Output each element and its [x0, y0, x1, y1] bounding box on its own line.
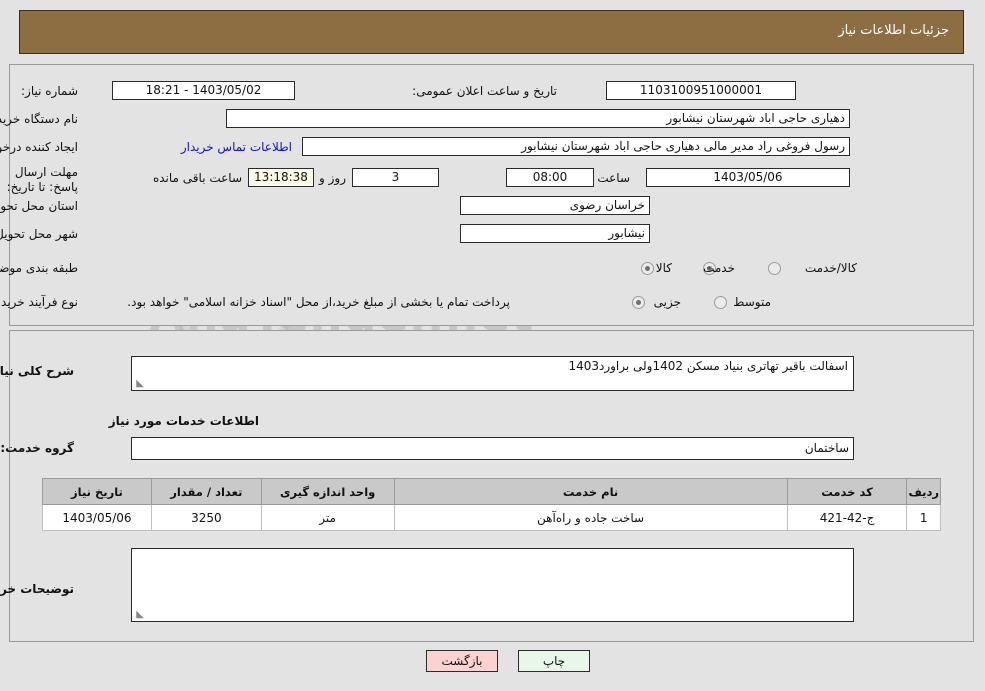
creator-label: ایجاد کننده درخواست: [0, 140, 79, 154]
column-header-service-name: نام خدمت [394, 478, 789, 505]
category-option-label-2[interactable]: کالا/خدمت [806, 261, 858, 275]
public-announce-value: 1403/05/02 - 18:21 [113, 81, 296, 100]
services-section-title: اطلاعات خدمات مورد نیاز [109, 414, 260, 428]
deadline-date-value: 1403/05/06 [647, 168, 851, 187]
category-radio-kala-khedmat[interactable] [769, 262, 782, 275]
page-title: جزئیات اطلاعات نیاز [839, 23, 950, 38]
column-header-row-no: ردیف [907, 478, 942, 505]
city-value: نیشابور [461, 224, 651, 243]
category-label: طبقه بندی موضوعی: [0, 261, 79, 275]
table-row: 1 ج-42-421 ساخت جاده و راه‌آهن متر 3250 … [43, 504, 942, 531]
category-option-label-0[interactable]: کالا [657, 261, 673, 275]
hour-value: 08:00 [507, 168, 595, 187]
countdown-label: ساعت باقی مانده [153, 171, 243, 185]
summary-label: شرح کلی نیاز: [0, 364, 75, 378]
back-button[interactable]: بازگشت [427, 650, 499, 672]
services-table: ردیف کد خدمت نام خدمت واحد اندازه گیری ت… [43, 478, 942, 531]
service-group-label: گروه خدمت: [1, 441, 75, 455]
buyer-notes-label: توضیحات خریدار: [0, 582, 75, 596]
process-option-label-0[interactable]: جزیی [655, 295, 682, 309]
buyer-notes-textarea[interactable]: ◣ [132, 548, 855, 622]
hour-label: ساعت [598, 171, 631, 185]
column-header-service-code: کد خدمت [787, 478, 909, 505]
category-option-label-1[interactable]: خدمت [704, 261, 736, 275]
need-summary-panel [10, 64, 975, 326]
deadline-label: مهلت ارسال پاسخ: تا تاریخ: [7, 165, 79, 194]
buyer-org-label: نام دستگاه خریدار: [0, 112, 79, 126]
page-header-bar: جزئیات اطلاعات نیاز [20, 10, 965, 54]
page-root: AnaTender.net جزئیات اطلاعات نیاز شماره … [0, 0, 985, 691]
cell-service-name: ساخت جاده و راه‌آهن [394, 504, 789, 531]
cell-row-no: 1 [907, 504, 942, 531]
payment-note: پرداخت تمام یا بخشی از مبلغ خرید،از محل … [128, 295, 511, 309]
countdown-value: 13:18:38 [249, 168, 315, 187]
service-group-value: ساختمان [132, 437, 855, 460]
buyer-contact-link[interactable]: اطلاعات تماس خریدار [182, 140, 293, 154]
cell-quantity: 3250 [151, 504, 263, 531]
creator-value: رسول فروغی راد مدیر مالی دهیاری حاجی ابا… [303, 137, 851, 156]
public-announce-label: تاریخ و ساعت اعلان عمومی: [413, 84, 558, 98]
city-label: شهر محل تحویل: [0, 227, 79, 241]
process-radio-jozei[interactable] [633, 296, 646, 309]
print-button[interactable]: چاپ [519, 650, 591, 672]
column-header-need-date: تاریخ نیاز [43, 478, 153, 505]
cell-service-code: ج-42-421 [787, 504, 909, 531]
province-value: خراسان رضوی [461, 196, 651, 215]
column-header-quantity: تعداد / مقدار [151, 478, 263, 505]
remaining-days-label: روز و [320, 171, 347, 185]
process-radio-motevasset[interactable] [715, 296, 728, 309]
resize-grip-icon[interactable]: ◣ [135, 379, 145, 389]
cell-need-date: 1403/05/06 [43, 504, 153, 531]
process-option-label-1[interactable]: متوسط [734, 295, 772, 309]
cell-unit: متر [261, 504, 396, 531]
table-header-row: ردیف کد خدمت نام خدمت واحد اندازه گیری ت… [43, 478, 942, 505]
need-number-value: 1103100951000001 [607, 81, 797, 100]
column-header-unit: واحد اندازه گیری [261, 478, 396, 505]
province-label: استان محل تحویل: [0, 199, 79, 213]
remaining-days-value: 3 [353, 168, 440, 187]
summary-textarea[interactable]: اسفالت باقیر تهاتری بنیاد مسکن 1402ولی ب… [132, 356, 855, 391]
category-radio-kala[interactable] [642, 262, 655, 275]
need-number-label: شماره نیاز: [22, 84, 79, 98]
summary-text: اسفالت باقیر تهاتری بنیاد مسکن 1402ولی ب… [569, 359, 849, 373]
resize-grip-icon[interactable]: ◣ [135, 610, 145, 620]
process-label: نوع فرآیند خرید : [0, 295, 79, 309]
buyer-org-value: دهیاری حاجی اباد شهرستان نیشابور [227, 109, 851, 128]
